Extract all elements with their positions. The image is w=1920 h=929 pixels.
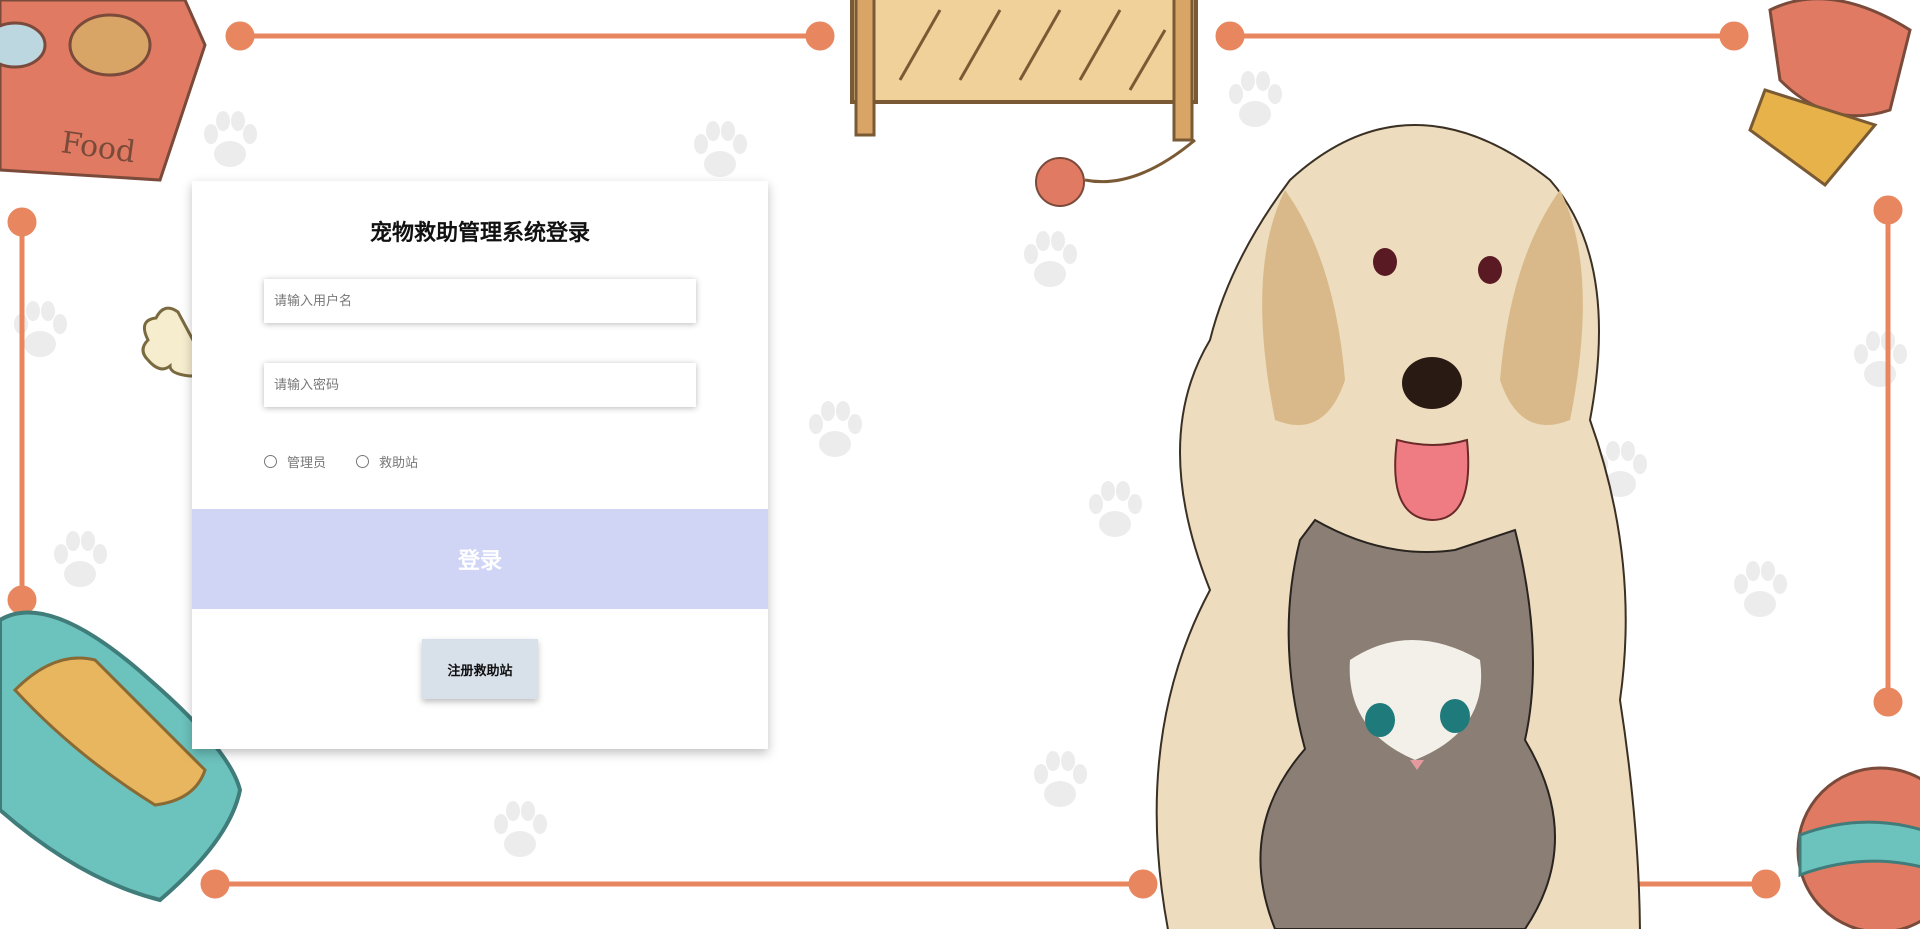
role-label-rescue-station: 救助站: [379, 455, 419, 471]
radio-rescue-station[interactable]: [356, 454, 370, 468]
radio-admin[interactable]: [264, 454, 277, 468]
role-label-admin: 管理员: [287, 455, 327, 471]
register-station-button[interactable]: 注册救助站: [422, 639, 538, 699]
login-title: 宠物救助管理系统登录: [369, 221, 590, 246]
login-card: 宠物救助管理系统登录 管理员 救助站 登录 注册救助站: [192, 181, 768, 749]
food-bowl-illustration: Food: [0, 0, 207, 182]
yarn-ball-illustration: [1796, 766, 1920, 929]
brush-illustration: [1748, 0, 1912, 188]
cat-illustration: [1259, 518, 1556, 929]
role-option-admin[interactable]: 管理员: [264, 452, 326, 471]
role-radio-group: 管理员 救助站: [264, 451, 448, 471]
username-input[interactable]: [264, 279, 696, 323]
hanging-sign-illustration: [850, 0, 1198, 207]
role-option-rescue-station[interactable]: 救助站: [356, 452, 418, 471]
login-button[interactable]: 登录: [192, 509, 768, 609]
password-input[interactable]: [264, 363, 696, 407]
